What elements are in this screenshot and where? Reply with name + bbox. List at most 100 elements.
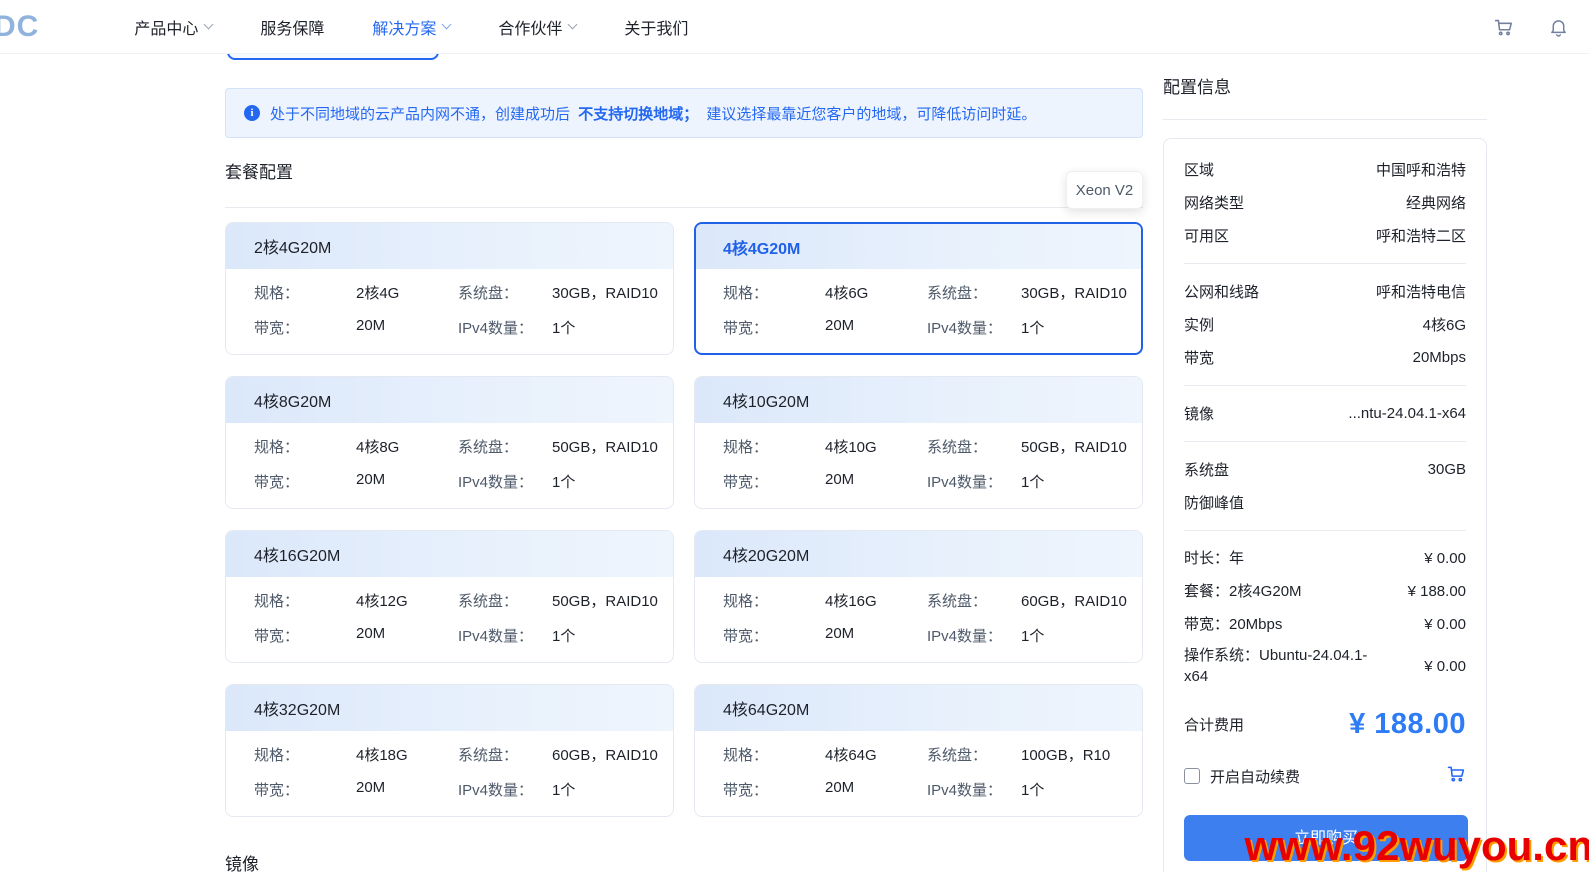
package-card[interactable]: 2核4G20M 规格： 2核4G 系统盘： 30GB，RAID10 带宽： 20… — [225, 222, 674, 355]
disk-value: 100GB，R10 — [1021, 747, 1111, 764]
config-value: 呼和浩特二区 — [1375, 228, 1466, 245]
package-title: 4核4G20M — [723, 240, 801, 258]
ipv4-label: IPv4数量： — [927, 474, 1003, 491]
nav-item-label: 关于我们 — [624, 20, 689, 38]
disk-label: 系统盘： — [927, 285, 988, 302]
price-value: ¥ 0.00 — [1424, 616, 1466, 633]
spec-label: 规格： — [723, 593, 769, 610]
price-label: 套餐：2核4G20M — [1184, 583, 1302, 600]
config-label: 公网和线路 — [1184, 284, 1260, 301]
config-value: 呼和浩特电信 — [1375, 284, 1466, 301]
sidebar-divider — [1163, 119, 1487, 120]
package-title: 4核8G20M — [254, 394, 332, 411]
disk-label: 系统盘： — [458, 285, 519, 302]
price-value: ¥ 188.00 — [1407, 583, 1466, 600]
nav-item-label: 解决方案 — [372, 20, 437, 38]
disk-value: 50GB，RAID10 — [552, 593, 658, 610]
package-card[interactable]: 4核64G20M 规格： 4核64G 系统盘： 100GB，R10 带宽： 20… — [694, 684, 1143, 817]
disk-value: 30GB，RAID10 — [552, 285, 658, 302]
logo[interactable]: DC — [0, 10, 39, 44]
divider — [1184, 441, 1466, 442]
spec-value: 4核12G — [356, 593, 408, 610]
price-label: 时长：年 — [1184, 550, 1245, 567]
section-divider — [225, 207, 1143, 208]
package-card-header: 4核32G20M — [226, 685, 673, 731]
ipv4-value: 1个 — [552, 628, 576, 645]
ipv4-value: 1个 — [552, 320, 576, 337]
spec-value: 4核10G — [825, 439, 877, 456]
package-card[interactable]: 4核32G20M 规格： 4核18G 系统盘： 60GB，RAID10 带宽： … — [225, 684, 674, 817]
bandwidth-label: 带宽： — [723, 320, 769, 337]
disk-label: 系统盘： — [927, 747, 988, 764]
auto-renew-row: 开启自动续费 — [1184, 763, 1466, 789]
config-row: 实例 4核6G — [1184, 308, 1466, 341]
package-card[interactable]: 4核10G20M 规格： 4核10G 系统盘： 50GB，RAID10 带宽： … — [694, 376, 1143, 509]
chevron-down-icon — [441, 19, 452, 30]
package-card-body: 规格： 4核10G 系统盘： 50GB，RAID10 带宽： 20M IPv4数… — [695, 423, 1142, 492]
package-card[interactable]: 4核20G20M 规格： 4核16G 系统盘： 60GB，RAID10 带宽： … — [694, 530, 1143, 663]
spec-value: 4核18G — [356, 747, 408, 764]
nav-item-products[interactable]: 产品中心 — [134, 15, 214, 39]
config-value: ...ntu-24.04.1-x64 — [1348, 405, 1466, 422]
price-row: 操作系统：Ubuntu-24.04.1-x64 ¥ 0.00 — [1184, 645, 1466, 687]
config-label: 防御峰值 — [1184, 495, 1245, 512]
ipv4-label: IPv4数量： — [458, 320, 534, 337]
chevron-down-icon — [203, 19, 214, 30]
package-card[interactable]: 4核8G20M 规格： 4核8G 系统盘： 50GB，RAID10 带宽： 20… — [225, 376, 674, 509]
disk-label: 系统盘： — [458, 439, 519, 456]
config-label: 可用区 — [1184, 228, 1230, 245]
bandwidth-value: 20M — [356, 317, 386, 334]
ipv4-value: 1个 — [1021, 320, 1045, 337]
ipv4-label: IPv4数量： — [927, 782, 1003, 799]
package-card-selected[interactable]: 4核4G20M 规格： 4核6G 系统盘： 30GB，RAID10 带宽： 20… — [694, 222, 1143, 355]
bandwidth-label: 带宽： — [254, 320, 300, 337]
ipv4-label: IPv4数量： — [458, 474, 534, 491]
bandwidth-value: 20M — [825, 471, 855, 488]
package-title: 4核64G20M — [723, 702, 810, 719]
alert-text-suffix: 建议选择最靠近您客户的地域，可降低访问时延。 — [706, 105, 1037, 123]
region-alert: i 处于不同地域的云产品内网不通，创建成功后 不支持切换地域； 建议选择最靠近您… — [225, 88, 1143, 138]
ipv4-label: IPv4数量： — [458, 782, 534, 799]
nav-item-partners[interactable]: 合作伙伴 — [498, 15, 578, 39]
price-row: 带宽：20Mbps ¥ 0.00 — [1184, 608, 1466, 641]
alert-text-prefix: 处于不同地域的云产品内网不通，创建成功后 — [270, 105, 571, 123]
nav-item-service[interactable]: 服务保障 — [260, 15, 324, 39]
alert-text-bold: 不支持切换地域； — [578, 105, 699, 123]
nav-item-label: 合作伙伴 — [498, 20, 563, 38]
price-value: ¥ 0.00 — [1424, 550, 1466, 567]
divider — [1184, 530, 1466, 531]
config-row: 系统盘 30GB — [1184, 453, 1466, 486]
bandwidth-label: 带宽： — [723, 474, 769, 491]
package-card-header: 4核64G20M — [695, 685, 1142, 731]
package-card-body: 规格： 4核12G 系统盘： 50GB，RAID10 带宽： 20M IPv4数… — [226, 577, 673, 646]
config-label: 带宽 — [1184, 350, 1215, 367]
nav-item-label: 服务保障 — [260, 20, 325, 38]
price-label: 带宽：20Mbps — [1184, 616, 1283, 633]
main-nav: 产品中心 服务保障 解决方案 合作伙伴 关于我们 — [134, 15, 688, 39]
package-title: 4核32G20M — [254, 702, 341, 719]
ipv4-label: IPv4数量： — [458, 628, 534, 645]
nav-item-about[interactable]: 关于我们 — [624, 15, 688, 39]
bandwidth-value: 20M — [825, 625, 855, 642]
package-card-body: 规格： 4核64G 系统盘： 100GB，R10 带宽： 20M IPv4数量：… — [695, 731, 1142, 800]
spec-label: 规格： — [723, 747, 769, 764]
ipv4-value: 1个 — [552, 474, 576, 491]
package-card-header: 4核16G20M — [226, 531, 673, 577]
bandwidth-value: 20M — [356, 625, 386, 642]
info-icon: i — [244, 105, 260, 121]
auto-renew-checkbox[interactable] — [1184, 768, 1200, 784]
nav-item-solutions[interactable]: 解决方案 — [372, 15, 452, 39]
cart-icon[interactable] — [1492, 16, 1514, 38]
spec-label: 规格： — [254, 285, 300, 302]
config-value: 4核6G — [1422, 317, 1466, 334]
bell-icon[interactable] — [1548, 16, 1569, 38]
package-title: 4核16G20M — [254, 548, 341, 565]
config-info-title: 配置信息 — [1163, 78, 1231, 97]
watermark-text: www.92wuyou.cn — [1244, 822, 1589, 869]
add-to-cart-icon[interactable] — [1445, 763, 1466, 789]
bandwidth-value: 20M — [825, 317, 855, 334]
spec-value: 4核64G — [825, 747, 877, 764]
package-card-header: 4核10G20M — [695, 377, 1142, 423]
page: DC 产品中心 服务保障 解决方案 合作伙伴 关于我们 i 处于不同地域的云产品… — [0, 0, 1589, 872]
package-card[interactable]: 4核16G20M 规格： 4核12G 系统盘： 50GB，RAID10 带宽： … — [225, 530, 674, 663]
